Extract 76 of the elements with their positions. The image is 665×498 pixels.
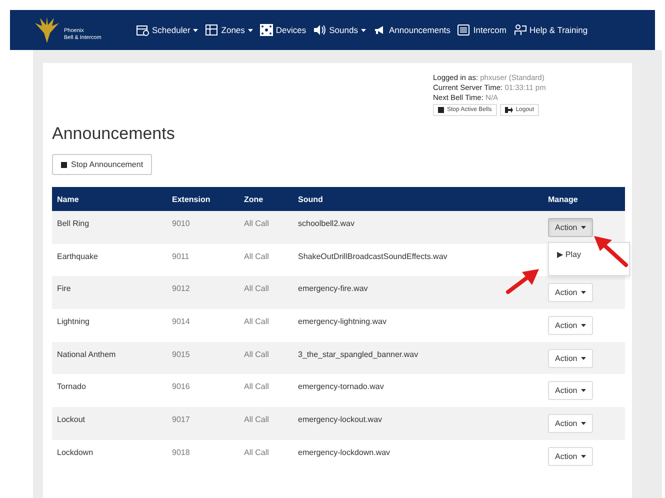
table-cell: 9010	[172, 219, 190, 228]
table-cell: emergency-fire.wav	[298, 284, 368, 294]
table-cell: Lightning	[57, 317, 90, 326]
table-cell: Lockdown	[57, 448, 94, 457]
nav-link[interactable]: Help & Training	[514, 24, 588, 36]
speaker-icon	[313, 24, 326, 36]
table-cell: emergency-tornado.wav	[298, 382, 384, 392]
action-dropdown-button[interactable]: Action	[548, 283, 594, 302]
table-cell: emergency-lightning.wav	[298, 317, 386, 326]
table-cell: Tornado	[57, 382, 86, 392]
action-dropdown-button[interactable]: Action	[548, 446, 594, 466]
nav-link[interactable]: Announcements	[372, 24, 450, 36]
calendar-icon	[136, 24, 149, 36]
action-dropdown-button[interactable]: Action	[548, 381, 594, 400]
table-cell: All Call	[244, 317, 269, 326]
action-dropdown-button[interactable]: Action	[548, 218, 594, 237]
table-cell: Lockout	[57, 415, 86, 424]
column-header: Sound	[298, 194, 323, 204]
action-dropdown-button[interactable]: Action	[548, 348, 594, 368]
nav-link[interactable]: Zones	[205, 24, 253, 36]
table-cell: All Call	[244, 219, 269, 228]
table-cell: 9018	[172, 448, 190, 457]
table-cell: 9015	[172, 350, 190, 359]
caret-icon	[581, 291, 586, 294]
table-cell: 9014	[172, 317, 190, 326]
table-cell: All Call	[244, 252, 269, 261]
caret-icon	[581, 422, 586, 425]
caret-icon	[581, 454, 586, 458]
nav-link[interactable]: Intercom	[457, 24, 506, 36]
caret-icon	[248, 28, 253, 32]
caret-icon	[581, 389, 586, 392]
table-cell: All Call	[244, 382, 269, 392]
logout-icon	[504, 107, 513, 113]
action-dropdown-button[interactable]: Action	[548, 316, 594, 335]
caret-icon	[581, 324, 586, 327]
nav-link[interactable]: Scheduler	[136, 24, 198, 36]
caret-icon	[193, 28, 198, 32]
caret-icon	[581, 356, 586, 360]
stop-icon	[438, 107, 444, 113]
table-cell: emergency-lockout.wav	[298, 415, 382, 424]
table-cell: emergency-lockdown.wav	[298, 448, 390, 457]
network-icon	[260, 24, 273, 36]
arrow-icon	[594, 236, 628, 267]
table-cell: 3_the_star_spangled_banner.wav	[298, 350, 418, 359]
caret-icon	[581, 226, 586, 229]
table-cell: National Anthem	[57, 350, 116, 359]
table-cell: All Call	[244, 415, 269, 424]
table-cell: All Call	[244, 350, 269, 359]
table-cell: 9011	[172, 252, 190, 261]
table-cell: schoolbell2.wav	[298, 219, 354, 228]
monitor-icon	[457, 24, 470, 36]
stop-announcement-button[interactable]: Stop Announcement	[52, 154, 152, 175]
column-header: Name	[57, 194, 79, 204]
nav-link[interactable]: Devices	[260, 24, 306, 36]
table-cell: Earthquake	[57, 252, 98, 261]
action-dropdown-button[interactable]: Action	[548, 414, 594, 433]
table-cell: All Call	[244, 284, 269, 294]
column-header: Zone	[244, 194, 264, 204]
person-icon	[514, 24, 526, 36]
nav-link[interactable]: Sounds	[313, 24, 366, 36]
arrow-icon	[506, 269, 539, 294]
table-cell: All Call	[244, 448, 269, 457]
map-icon	[205, 24, 218, 36]
megaphone-icon	[372, 24, 386, 36]
table-cell: ShakeOutDrillBroadcastSoundEffects.wav	[298, 252, 448, 261]
play-menu-item[interactable]: ▶ Play	[549, 248, 629, 261]
table-cell: 9016	[172, 382, 190, 392]
column-header: Extension	[172, 194, 210, 204]
table-cell: Bell Ring	[57, 219, 90, 228]
table-cell: 9017	[172, 415, 190, 424]
column-header: Manage	[548, 194, 578, 204]
caret-icon	[360, 28, 366, 32]
stop-icon	[61, 162, 67, 168]
page-title: Announcements	[52, 124, 176, 144]
table-cell: Fire	[57, 284, 71, 294]
table-cell: 9012	[172, 284, 190, 294]
